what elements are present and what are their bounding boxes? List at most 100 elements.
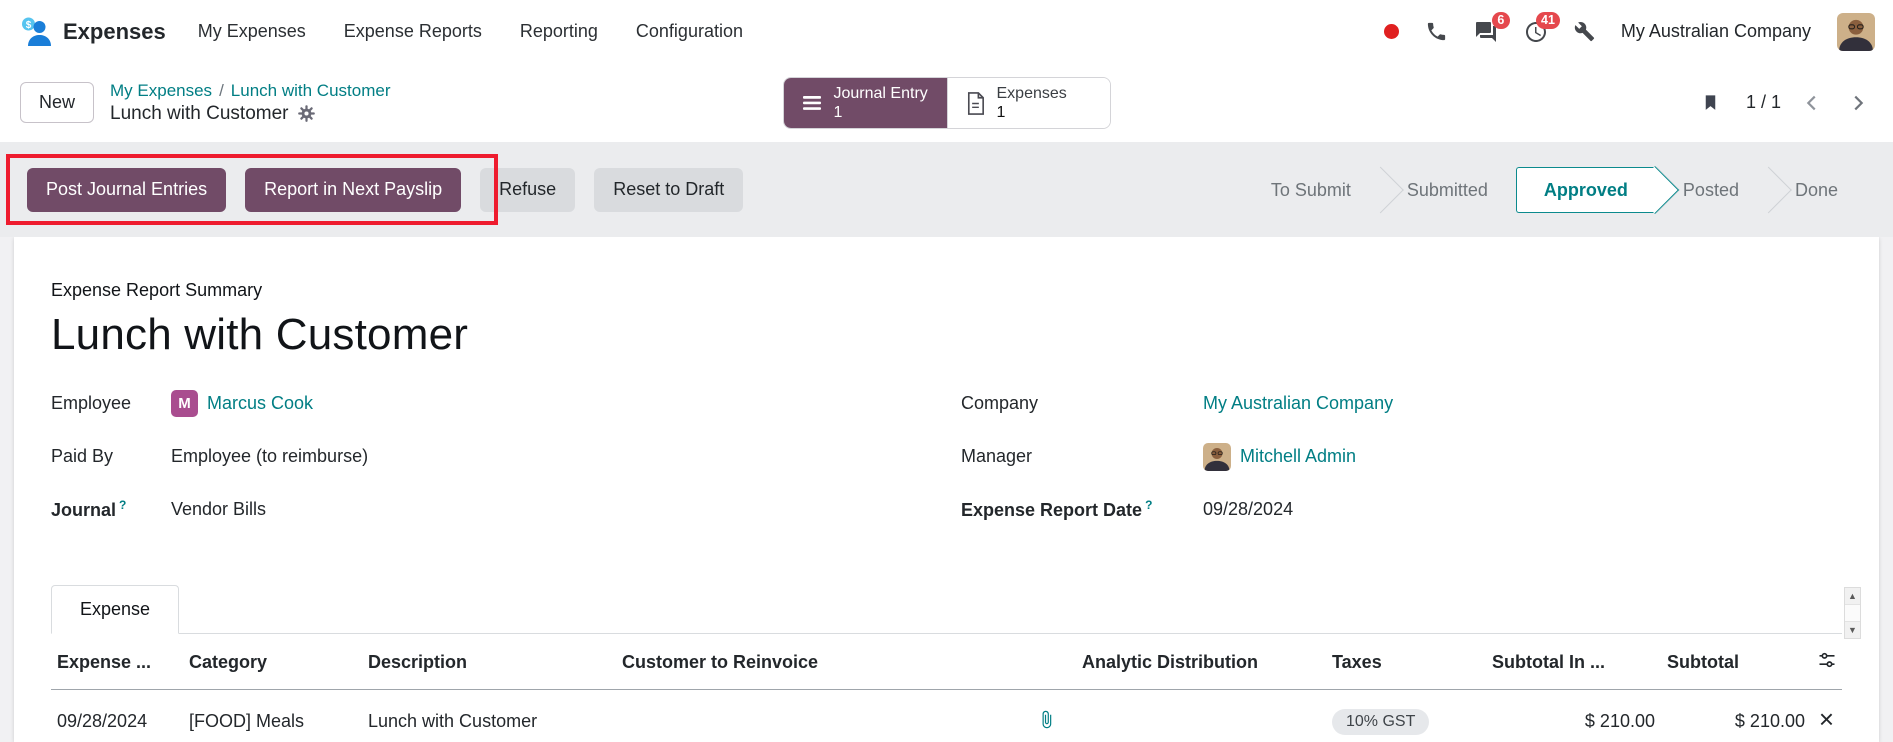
tools-icon[interactable] <box>1574 21 1595 42</box>
header-taxes[interactable]: Taxes <box>1326 634 1486 690</box>
journal-entry-smart-button[interactable]: Journal Entry 1 <box>784 78 947 128</box>
status-step-done[interactable]: Done <box>1767 167 1866 213</box>
recording-indicator-icon <box>1384 24 1399 39</box>
expenses-doc-icon <box>964 91 987 116</box>
breadcrumb-separator: / <box>219 81 224 100</box>
cell-description[interactable]: Lunch with Customer <box>362 689 616 742</box>
pager-previous-button[interactable] <box>1797 88 1827 118</box>
field-manager: Manager Mitchell Admin <box>961 439 1842 475</box>
summary-label: Expense Report Summary <box>51 280 1842 301</box>
header-description[interactable]: Description <box>362 634 616 690</box>
header-customer-to-reinvoice[interactable]: Customer to Reinvoice <box>616 634 1016 690</box>
header-options <box>1811 634 1842 690</box>
journal-help-icon[interactable]: ? <box>119 498 126 512</box>
report-date-label: Expense Report Date <box>961 500 1142 520</box>
cell-expense-date[interactable]: 09/28/2024 <box>51 689 183 742</box>
field-company: Company My Australian Company <box>961 386 1842 422</box>
menu-my-expenses[interactable]: My Expenses <box>196 15 308 48</box>
scrollbar-track[interactable] <box>1845 604 1860 622</box>
svg-text:$: $ <box>26 19 32 30</box>
expenses-count: 1 <box>997 103 1067 122</box>
gear-icon[interactable] <box>297 104 316 123</box>
main-menu: My Expenses Expense Reports Reporting Co… <box>196 15 745 48</box>
header-subtotal[interactable]: Subtotal <box>1661 634 1811 690</box>
breadcrumb: My Expenses / Lunch with Customer Lunch wi… <box>110 81 390 125</box>
cell-delete <box>1811 689 1842 742</box>
employee-label: Employee <box>51 393 171 414</box>
breadcrumb-current[interactable]: Lunch with Customer <box>231 81 391 100</box>
app-name[interactable]: Expenses <box>63 19 166 45</box>
header-subtotal-in[interactable]: Subtotal In ... <box>1486 634 1661 690</box>
journal-value[interactable]: Vendor Bills <box>171 499 266 520</box>
table-scrollbar[interactable] <box>1844 587 1861 639</box>
delete-row-icon[interactable] <box>1819 710 1834 728</box>
menu-reporting[interactable]: Reporting <box>518 15 600 48</box>
journal-entry-icon <box>800 91 824 115</box>
menu-configuration[interactable]: Configuration <box>634 15 745 48</box>
cell-analytic-distribution[interactable] <box>1076 689 1326 742</box>
report-in-next-payslip-button[interactable]: Report in Next Payslip <box>245 168 461 212</box>
expense-line-row[interactable]: 09/28/2024 [FOOD] Meals Lunch with Custo… <box>51 689 1842 742</box>
reset-to-draft-button[interactable]: Reset to Draft <box>594 168 743 212</box>
status-step-approved[interactable]: Approved <box>1516 167 1655 213</box>
status-step-submitted[interactable]: Submitted <box>1379 167 1516 213</box>
new-button[interactable]: New <box>20 82 94 123</box>
field-employee: Employee M Marcus Cook <box>51 386 961 422</box>
notebook: Expense Expense ... <box>51 585 1842 742</box>
user-avatar[interactable] <box>1837 13 1875 51</box>
screen: $ Expenses My Expenses Expense Reports R… <box>0 0 1893 742</box>
status-pipeline: To Submit Submitted Approved Posted Done <box>1243 167 1866 213</box>
refuse-button[interactable]: Refuse <box>480 168 575 212</box>
record-name-title[interactable]: Lunch with Customer <box>51 309 1842 362</box>
app-switcher[interactable]: $ Expenses <box>18 15 166 49</box>
notebook-tabs: Expense <box>51 585 1842 634</box>
expenses-smart-button[interactable]: Expenses 1 <box>947 78 1110 128</box>
statusbar: Post Journal Entries Report in Next Pays… <box>0 142 1893 237</box>
field-paid-by: Paid By Employee (to reimburse) <box>51 439 961 475</box>
messages-icon[interactable]: 6 <box>1474 20 1498 44</box>
tax-tag[interactable]: 10% GST <box>1332 709 1429 735</box>
scrollbar-down-icon[interactable] <box>1845 622 1860 638</box>
cell-taxes[interactable]: 10% GST <box>1326 689 1486 742</box>
control-panel: New My Expenses / Lunch with Customer Lunc… <box>0 63 1893 142</box>
form-fields: Employee M Marcus Cook Paid By Employee … <box>51 386 1842 545</box>
report-date-help-icon[interactable]: ? <box>1145 498 1152 512</box>
tab-expense[interactable]: Expense <box>51 585 179 634</box>
header-expense-date[interactable]: Expense ... <box>51 634 183 690</box>
cell-customer-to-reinvoice[interactable] <box>616 689 1016 742</box>
pager-counter: 1 / 1 <box>1746 92 1781 113</box>
expenses-label: Expenses <box>997 84 1067 103</box>
content-area: Expense Report Summary Lunch with Custom… <box>0 237 1893 742</box>
journal-entry-count: 1 <box>834 103 928 122</box>
optional-columns-icon[interactable] <box>1817 650 1837 670</box>
paid-by-label: Paid By <box>51 446 171 467</box>
company-switcher[interactable]: My Australian Company <box>1621 21 1811 42</box>
manager-link[interactable]: Mitchell Admin <box>1240 446 1356 467</box>
journal-label: Journal <box>51 500 116 520</box>
cell-subtotal-in[interactable]: $ 210.00 <box>1486 689 1661 742</box>
smart-buttons: Journal Entry 1 Expenses 1 <box>783 77 1111 129</box>
journal-entry-label: Journal Entry <box>834 84 928 103</box>
record-title: Lunch with Customer <box>110 103 288 125</box>
activities-icon[interactable]: 41 <box>1524 20 1548 44</box>
messages-badge: 6 <box>1492 12 1510 30</box>
bookmark-icon[interactable] <box>1701 92 1720 113</box>
breadcrumb-my-expenses[interactable]: My Expenses <box>110 81 212 100</box>
company-link[interactable]: My Australian Company <box>1203 393 1393 414</box>
menu-expense-reports[interactable]: Expense Reports <box>342 15 484 48</box>
report-date-value[interactable]: 09/28/2024 <box>1203 499 1293 520</box>
scrollbar-up-icon[interactable] <box>1845 588 1860 604</box>
manager-label: Manager <box>961 446 1203 467</box>
header-analytic-distribution[interactable]: Analytic Distribution <box>1076 634 1326 690</box>
cell-subtotal[interactable]: $ 210.00 <box>1661 689 1811 742</box>
employee-avatar: M <box>171 390 198 417</box>
phone-icon[interactable] <box>1425 20 1448 43</box>
pager-next-button[interactable] <box>1843 88 1873 118</box>
post-journal-entries-button[interactable]: Post Journal Entries <box>27 168 226 212</box>
paperclip-icon[interactable] <box>1037 710 1056 729</box>
expenses-app-icon: $ <box>18 15 52 49</box>
header-category[interactable]: Category <box>183 634 362 690</box>
paid-by-value[interactable]: Employee (to reimburse) <box>171 446 368 467</box>
cell-category[interactable]: [FOOD] Meals <box>183 689 362 742</box>
employee-link[interactable]: Marcus Cook <box>207 393 313 414</box>
